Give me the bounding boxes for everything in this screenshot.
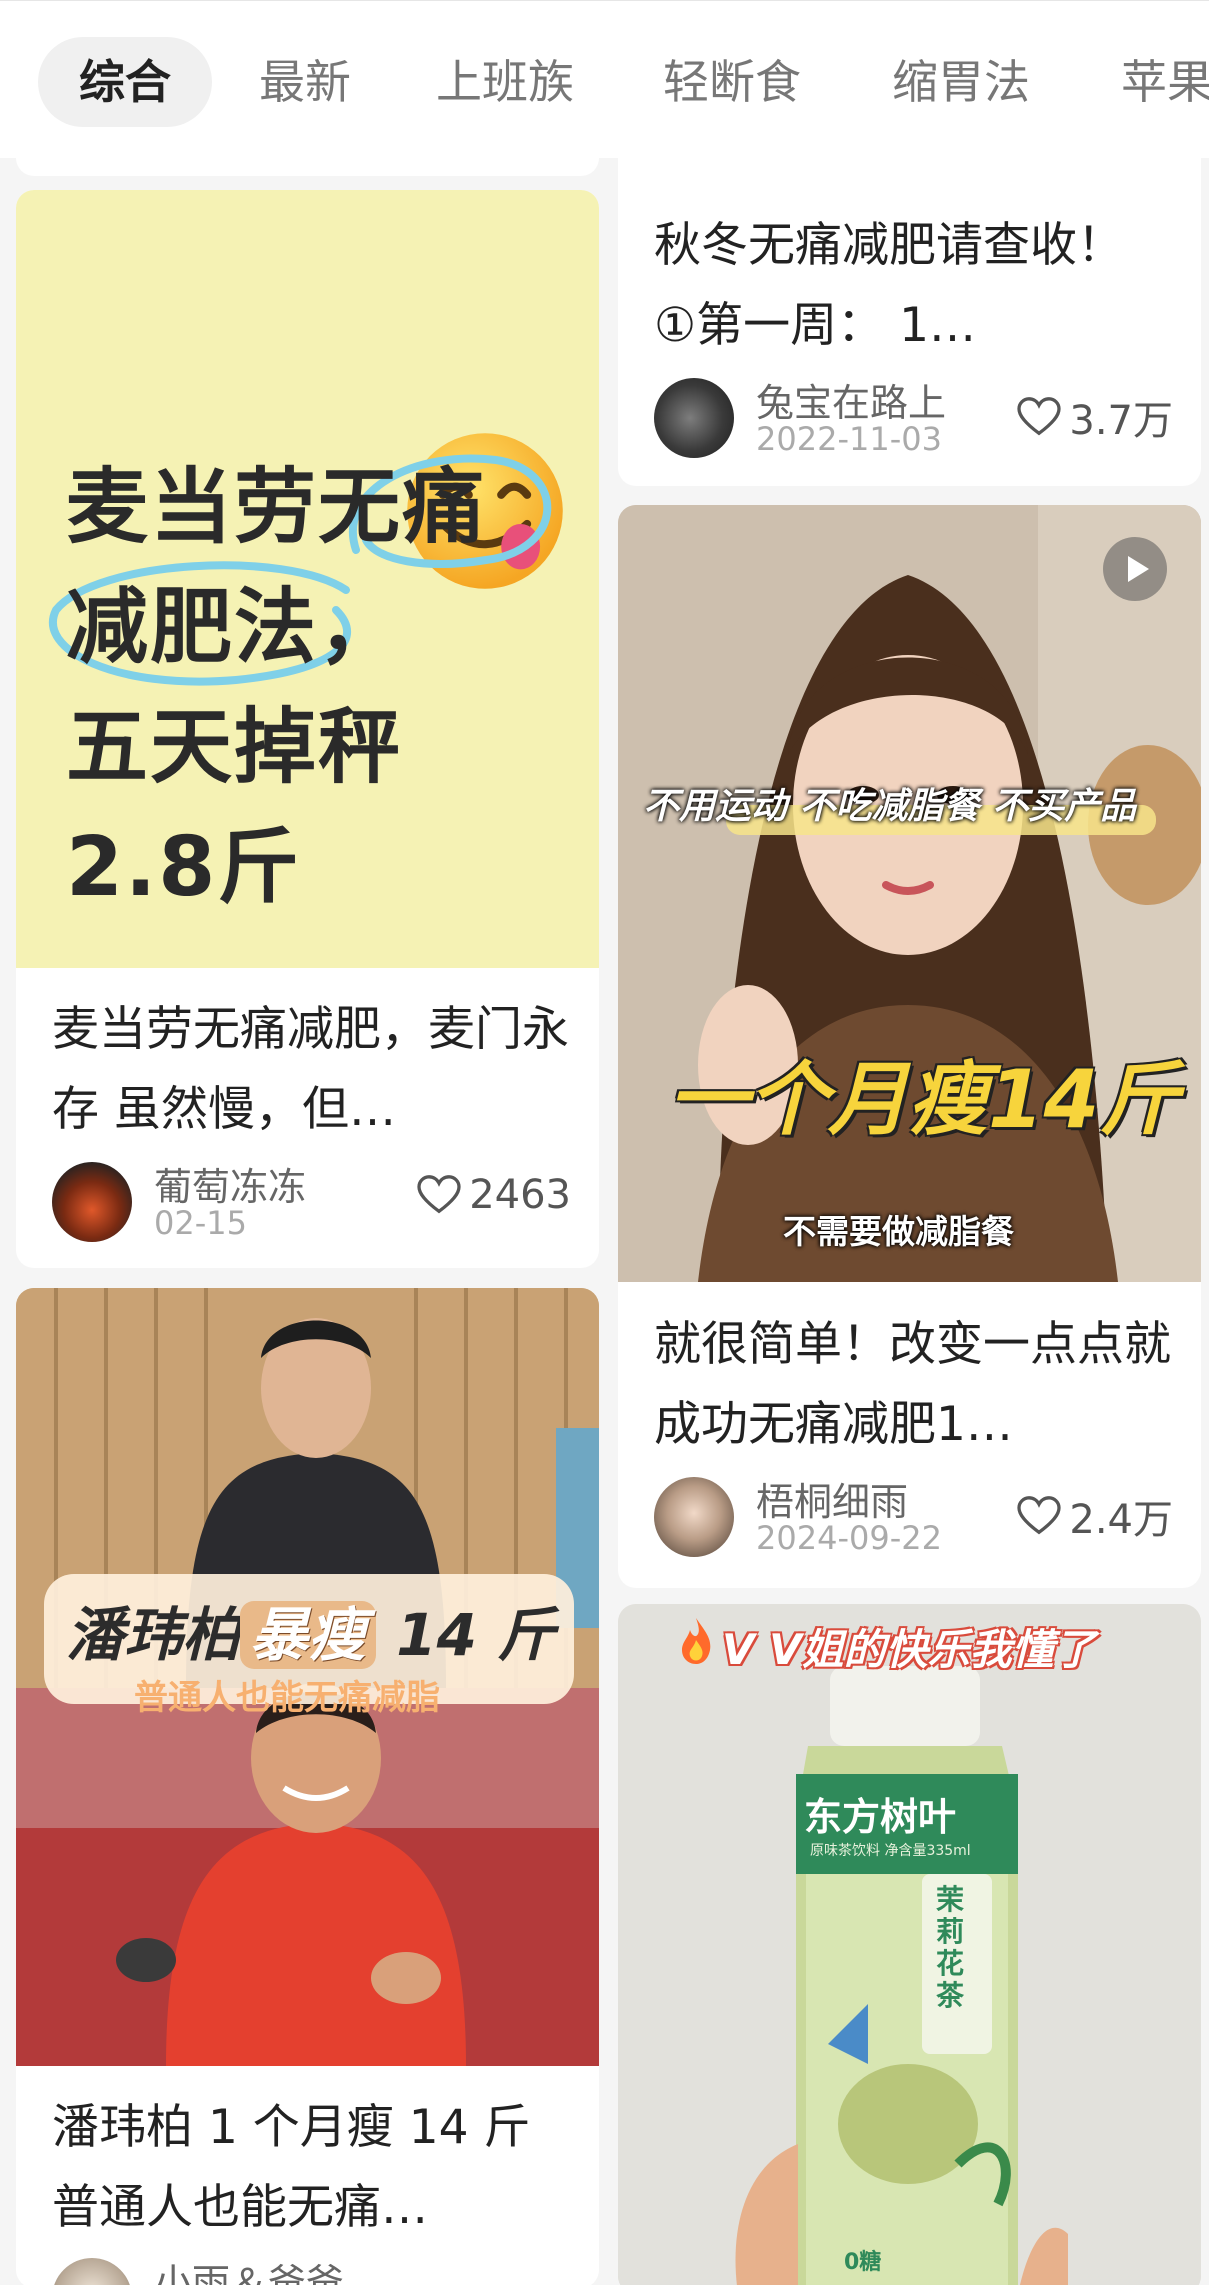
card-title: 就很简单！改变一点点就成功无痛减肥1… xyxy=(654,1317,1171,1452)
author-name[interactable]: 兔宝在路上 xyxy=(756,372,946,427)
card-title: 秋冬无痛减肥请查收！ ①第一周： 1… xyxy=(654,218,1124,353)
card-cover-video[interactable]: 不用运动 不吃减脂餐 不买产品 一个月瘦14斤 不需要做减脂餐 xyxy=(618,505,1201,1282)
avatar[interactable] xyxy=(654,1477,734,1557)
video-caption-main: 一个月瘦14斤 xyxy=(668,1053,1180,1146)
card-previous-left[interactable] xyxy=(16,158,599,176)
bottle-flavor-text: 茉莉花茶 xyxy=(936,1883,965,2012)
bottle-label-small: 原味茶饮料 净含量335ml xyxy=(810,1843,971,1859)
cover-text-line-2: 减肥法， xyxy=(66,580,403,675)
card-cover-image[interactable]: 麦当劳无痛 减肥法， 五天掉秤 2.8斤 xyxy=(16,190,599,968)
tab-comprehensive[interactable]: 综合 xyxy=(38,37,212,127)
like-count: 2463 xyxy=(469,1172,571,1218)
like-button[interactable]: 2.4万 xyxy=(1017,1487,1173,1545)
card-author-row: 梧桐细雨 2024-09-22 2.4万 xyxy=(654,1475,1173,1559)
cover-banner-subtitle: 普通人也能无痛减脂 xyxy=(134,1678,440,1718)
note-card-pan[interactable]: 潘玮柏 暴瘦 14 斤 普通人也能无痛减脂 潘玮柏 1 个月瘦 14 斤 普通人也… xyxy=(16,1288,599,2285)
tab-apple[interactable]: 苹果 xyxy=(1080,37,1209,127)
tab-intermittent-fasting[interactable]: 轻断食 xyxy=(622,37,842,127)
note-card-autumn[interactable]: 秋冬无痛减肥请查收！ ①第一周： 1… 兔宝在路上 2022-11-03 3.7… xyxy=(618,158,1201,486)
tab-office-workers[interactable]: 上班族 xyxy=(395,37,615,127)
author-name[interactable]: 小雨＆爸爸… xyxy=(154,2252,382,2285)
cover-text-line-1: 麦当劳无痛 xyxy=(66,460,487,555)
cover-text-line-4: 2.8斤 xyxy=(66,820,302,915)
card-title: 麦当劳无痛减肥，麦门永存 虽然慢，但… xyxy=(52,1002,569,1137)
avatar[interactable] xyxy=(52,1162,132,1242)
zero-sugar-label: 0糖 xyxy=(844,2250,882,2275)
play-button[interactable] xyxy=(1103,537,1167,601)
author-name[interactable]: 葡萄冻冻 xyxy=(154,1156,306,1211)
tea-bottle-photo xyxy=(618,1604,1201,2285)
card-cover-image[interactable]: 潘玮柏 暴瘦 14 斤 普通人也能无痛减脂 xyxy=(16,1288,599,2066)
heart-outline-icon xyxy=(1017,1496,1062,1535)
card-author-row: 葡萄冻冻 02-15 2463 xyxy=(52,1160,571,1244)
like-count: 2.4万 xyxy=(1069,1497,1173,1543)
category-tabbar: 综合 最新 上班族 轻断食 缩胃法 苹果 xyxy=(0,0,1209,158)
card-author-row: 兔宝在路上 2022-11-03 3.7万 xyxy=(654,376,1173,460)
cover-text-line-3: 五天掉秤 xyxy=(66,700,403,795)
card-cover-image[interactable]: V V姐的快乐我懂了 东方树叶 原味茶饮料 净含量335ml 茉莉花茶 0糖 xyxy=(618,1604,1201,2285)
heart-outline-icon xyxy=(1017,397,1062,436)
note-card-tea[interactable]: V V姐的快乐我懂了 东方树叶 原味茶饮料 净含量335ml 茉莉花茶 0糖 xyxy=(618,1604,1201,2285)
avatar[interactable] xyxy=(52,2258,132,2285)
like-count: 3.7万 xyxy=(1069,398,1173,444)
avatar[interactable] xyxy=(654,378,734,458)
cover-caption: V V姐的快乐我懂了 xyxy=(722,1625,1096,1674)
play-icon xyxy=(1128,556,1149,582)
note-card-mcd[interactable]: 麦当劳无痛 减肥法， 五天掉秤 2.8斤 麦当劳无痛减肥，麦门永存 虽然慢，但…… xyxy=(16,190,599,1268)
cover-banner-title: 潘玮柏 暴瘦 14 斤 xyxy=(66,1601,556,1669)
author-name[interactable]: 梧桐细雨 xyxy=(756,1471,908,1526)
video-caption-top: 不用运动 不吃减脂餐 不买产品 xyxy=(643,786,1137,827)
portrait-illustration xyxy=(618,505,1201,1282)
post-date: 2022-11-03 xyxy=(756,420,942,458)
bottle-brand-text: 东方树叶 xyxy=(804,1795,957,1839)
tab-stomach-shrink[interactable]: 缩胃法 xyxy=(851,37,1071,127)
heart-outline-icon xyxy=(417,1175,461,1214)
post-date: 2024-09-22 xyxy=(756,1519,942,1557)
card-author-row: 小雨＆爸爸… xyxy=(52,2256,571,2285)
card-title: 潘玮柏 1 个月瘦 14 斤 普通人也能无痛… xyxy=(52,2100,531,2235)
like-button[interactable]: 3.7万 xyxy=(1017,388,1173,446)
like-button[interactable]: 2463 xyxy=(417,1172,571,1218)
note-card-video[interactable]: 不用运动 不吃减脂餐 不买产品 一个月瘦14斤 不需要做减脂餐 就很简单！改变一… xyxy=(618,505,1201,1588)
tab-latest[interactable]: 最新 xyxy=(218,37,392,127)
video-caption-bottom: 不需要做减脂餐 xyxy=(783,1212,1014,1251)
fire-icon xyxy=(682,1618,711,1664)
post-date: 02-15 xyxy=(154,1204,247,1242)
